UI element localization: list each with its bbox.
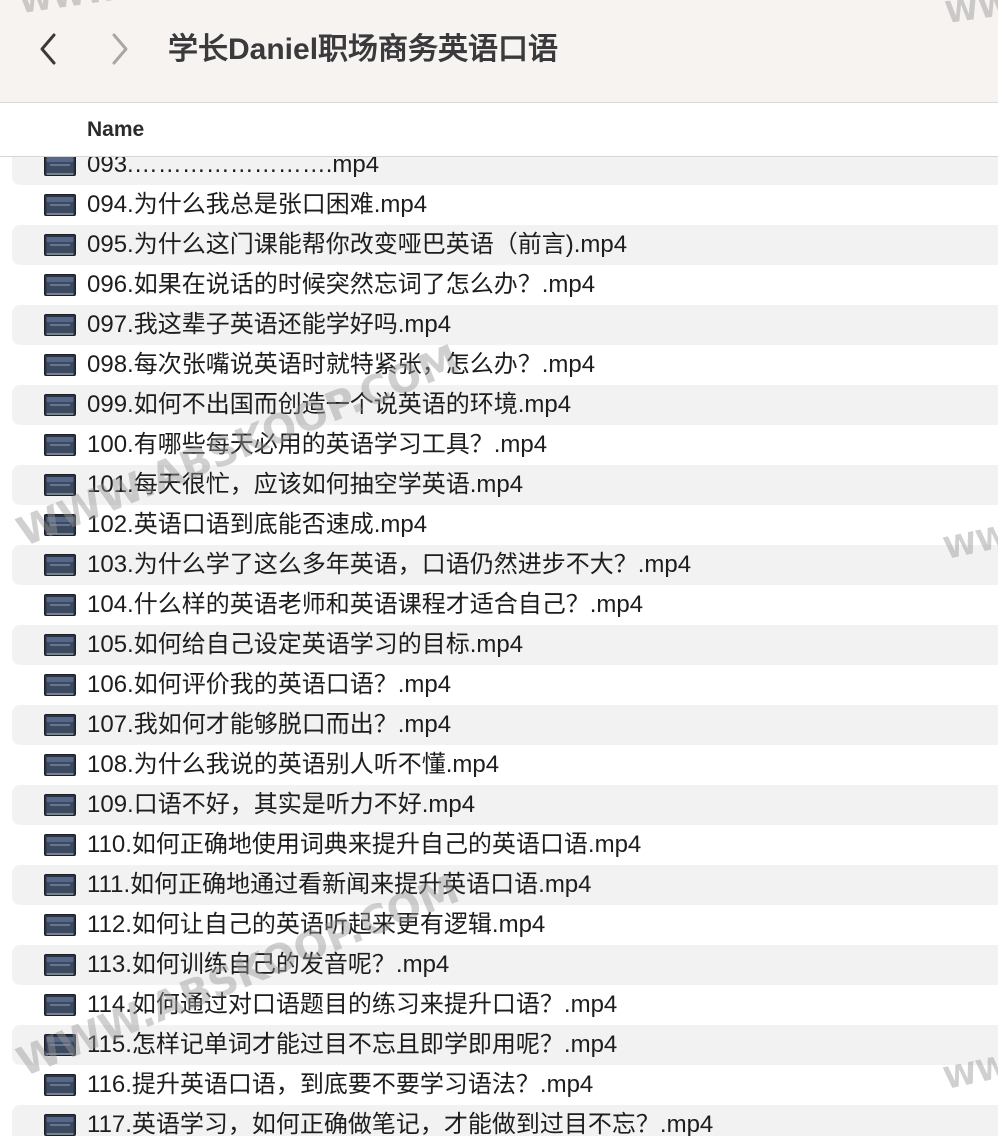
file-name: 094.为什么我总是张口困难.mp4 <box>87 191 428 218</box>
file-row[interactable]: 106.如何评价我的英语口语？.mp4 <box>12 665 998 705</box>
file-name: 101.每天很忙，应该如何抽空学英语.mp4 <box>87 471 524 498</box>
video-file-icon <box>44 954 76 976</box>
file-row[interactable]: 094.为什么我总是张口困难.mp4 <box>12 185 998 225</box>
column-header-bar: Name <box>0 103 998 157</box>
file-name: 096.如果在说话的时候突然忘词了怎么办？.mp4 <box>87 271 596 298</box>
finder-window: 学长Daniel职场商务英语口语 Name 093.…………………….mp4 09… <box>0 0 998 1136</box>
file-name: 115.怎样记单词才能过目不忘且即学即用呢？.mp4 <box>87 1031 618 1058</box>
file-row[interactable]: 097.我这辈子英语还能学好吗.mp4 <box>12 305 998 345</box>
back-button[interactable] <box>26 24 70 74</box>
file-row[interactable]: 111.如何正确地通过看新闻来提升英语口语.mp4 <box>12 865 998 905</box>
file-row[interactable]: 110.如何正确地使用词典来提升自己的英语口语.mp4 <box>12 825 998 865</box>
video-file-icon <box>44 754 76 776</box>
file-row[interactable]: 103.为什么学了这么多年英语，口语仍然进步不大？.mp4 <box>12 545 998 585</box>
file-row[interactable]: 109.口语不好，其实是听力不好.mp4 <box>12 785 998 825</box>
video-file-icon <box>44 314 76 336</box>
file-name: 112.如何让自己的英语听起来更有逻辑.mp4 <box>87 911 546 938</box>
video-file-icon <box>44 634 76 656</box>
forward-button[interactable] <box>98 24 142 74</box>
file-name: 106.如何评价我的英语口语？.mp4 <box>87 671 452 698</box>
video-file-icon <box>44 994 76 1016</box>
file-row[interactable]: 100.有哪些每天必用的英语学习工具？.mp4 <box>12 425 998 465</box>
video-file-icon <box>44 674 76 696</box>
toolbar: 学长Daniel职场商务英语口语 <box>0 0 998 103</box>
file-row[interactable]: 115.怎样记单词才能过目不忘且即学即用呢？.mp4 <box>12 1025 998 1065</box>
file-row[interactable]: 104.什么样的英语老师和英语课程才适合自己？.mp4 <box>12 585 998 625</box>
file-name: 099.如何不出国而创造一个说英语的环境.mp4 <box>87 391 572 418</box>
file-name: 107.我如何才能够脱口而出？.mp4 <box>87 711 452 738</box>
file-name: 097.我这辈子英语还能学好吗.mp4 <box>87 311 452 338</box>
file-row[interactable]: 117.英语学习，如何正确做笔记，才能做到过目不忘？.mp4 <box>12 1105 998 1136</box>
file-row[interactable]: 108.为什么我说的英语别人听不懂.mp4 <box>12 745 998 785</box>
file-row[interactable]: 095.为什么这门课能帮你改变哑巴英语（前言).mp4 <box>12 225 998 265</box>
video-file-icon <box>44 514 76 536</box>
file-row[interactable]: 098.每次张嘴说英语时就特紧张，怎么办？.mp4 <box>12 345 998 385</box>
chevron-left-icon <box>40 33 56 65</box>
file-name: 111.如何正确地通过看新闻来提升英语口语.mp4 <box>87 871 592 898</box>
file-name: 113.如何训练自己的发音呢？.mp4 <box>87 951 450 978</box>
file-name: 109.口语不好，其实是听力不好.mp4 <box>87 791 476 818</box>
file-row[interactable]: 093.…………………….mp4 <box>12 157 998 185</box>
video-file-icon <box>44 157 76 176</box>
file-name: 104.什么样的英语老师和英语课程才适合自己？.mp4 <box>87 591 644 618</box>
file-row[interactable]: 114.如何通过对口语题目的练习来提升口语？.mp4 <box>12 985 998 1025</box>
file-row[interactable]: 099.如何不出国而创造一个说英语的环境.mp4 <box>12 385 998 425</box>
video-file-icon <box>44 1034 76 1056</box>
file-name: 105.如何给自己设定英语学习的目标.mp4 <box>87 631 524 658</box>
file-row[interactable]: 113.如何训练自己的发音呢？.mp4 <box>12 945 998 985</box>
video-file-icon <box>44 834 76 856</box>
file-row[interactable]: 102.英语口语到底能否速成.mp4 <box>12 505 998 545</box>
file-list: 093.…………………….mp4 094.为什么我总是张口困难.mp4 095.为什… <box>0 157 998 1136</box>
video-file-icon <box>44 714 76 736</box>
video-file-icon <box>44 274 76 296</box>
file-name: 103.为什么学了这么多年英语，口语仍然进步不大？.mp4 <box>87 551 692 578</box>
file-name: 116.提升英语口语，到底要不要学习语法？.mp4 <box>87 1071 594 1098</box>
video-file-icon <box>44 394 76 416</box>
video-file-icon <box>44 554 76 576</box>
video-file-icon <box>44 914 76 936</box>
file-name: 108.为什么我说的英语别人听不懂.mp4 <box>87 751 500 778</box>
video-file-icon <box>44 1114 76 1136</box>
file-row[interactable]: 105.如何给自己设定英语学习的目标.mp4 <box>12 625 998 665</box>
video-file-icon <box>44 194 76 216</box>
file-row[interactable]: 112.如何让自己的英语听起来更有逻辑.mp4 <box>12 905 998 945</box>
video-file-icon <box>44 794 76 816</box>
video-file-icon <box>44 1074 76 1096</box>
video-file-icon <box>44 434 76 456</box>
video-file-icon <box>44 594 76 616</box>
file-name: 114.如何通过对口语题目的练习来提升口语？.mp4 <box>87 991 618 1018</box>
file-row[interactable]: 116.提升英语口语，到底要不要学习语法？.mp4 <box>12 1065 998 1105</box>
file-name: 095.为什么这门课能帮你改变哑巴英语（前言).mp4 <box>87 231 628 258</box>
file-name: 100.有哪些每天必用的英语学习工具？.mp4 <box>87 431 548 458</box>
file-name: 117.英语学习，如何正确做笔记，才能做到过目不忘？.mp4 <box>87 1111 714 1136</box>
video-file-icon <box>44 474 76 496</box>
file-row[interactable]: 101.每天很忙，应该如何抽空学英语.mp4 <box>12 465 998 505</box>
file-name: 093.…………………….mp4 <box>87 157 380 178</box>
file-name: 110.如何正确地使用词典来提升自己的英语口语.mp4 <box>87 831 642 858</box>
video-file-icon <box>44 874 76 896</box>
video-file-icon <box>44 234 76 256</box>
file-name: 102.英语口语到底能否速成.mp4 <box>87 511 428 538</box>
chevron-right-icon <box>112 33 128 65</box>
file-row[interactable]: 107.我如何才能够脱口而出？.mp4 <box>12 705 998 745</box>
window-title: 学长Daniel职场商务英语口语 <box>168 33 559 66</box>
column-header-name[interactable]: Name <box>87 115 144 145</box>
file-name: 098.每次张嘴说英语时就特紧张，怎么办？.mp4 <box>87 351 596 378</box>
video-file-icon <box>44 354 76 376</box>
file-list-rows: 093.…………………….mp4 094.为什么我总是张口困难.mp4 095.为什… <box>0 157 998 1136</box>
file-row[interactable]: 096.如果在说话的时候突然忘词了怎么办？.mp4 <box>12 265 998 305</box>
